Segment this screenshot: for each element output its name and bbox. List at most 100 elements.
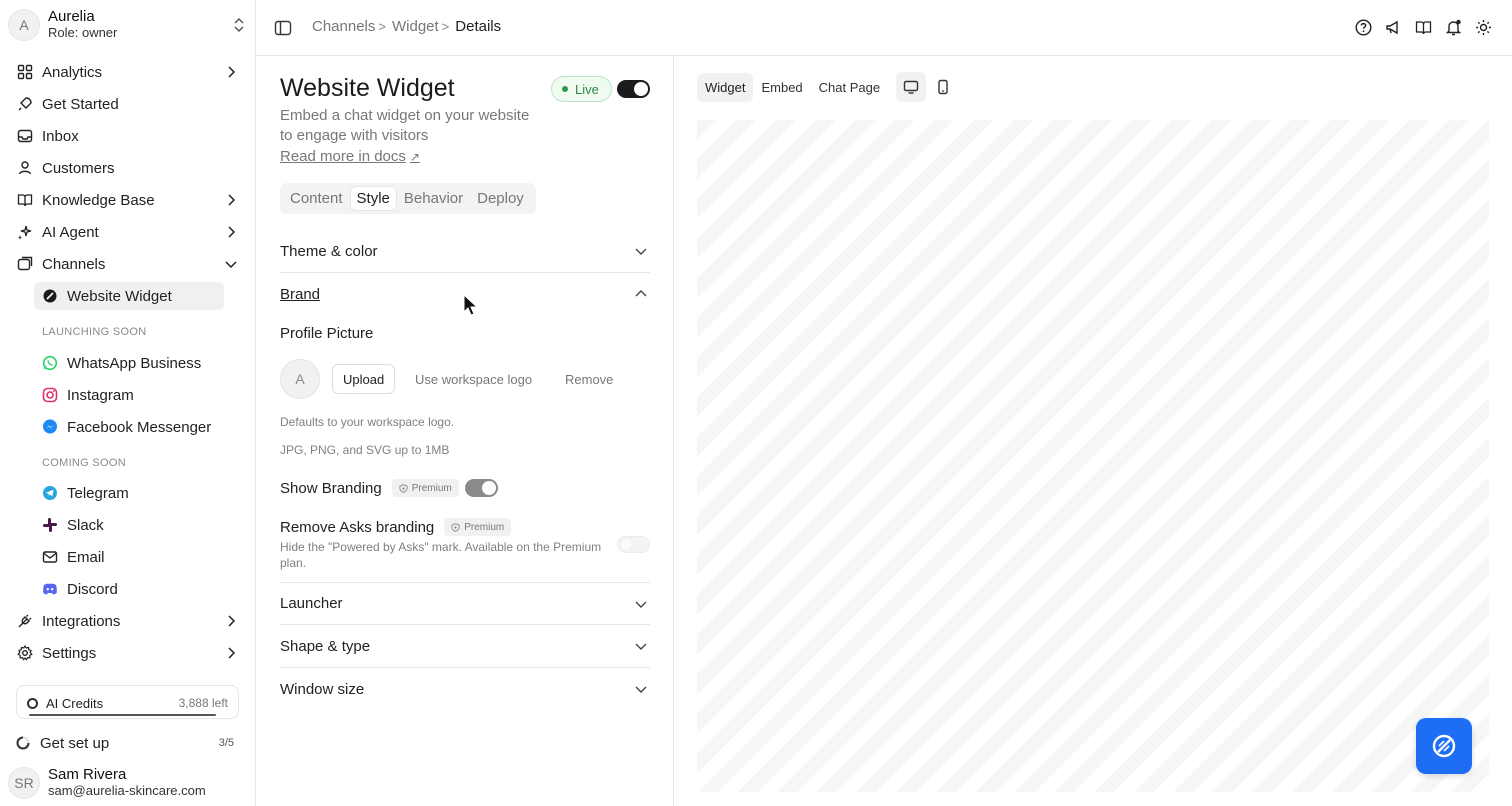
mobile-icon[interactable] xyxy=(928,72,958,102)
remove-branding-toggle[interactable] xyxy=(617,536,650,553)
docs-book-icon[interactable] xyxy=(1414,18,1432,36)
messenger-icon xyxy=(42,419,58,435)
sun-icon[interactable] xyxy=(1474,18,1492,36)
status-badge: Live xyxy=(551,76,612,102)
tab-content[interactable]: Content xyxy=(284,187,349,210)
sidebar-item-label: Inbox xyxy=(42,127,79,145)
credits-ring-icon xyxy=(27,697,38,709)
megaphone-icon[interactable] xyxy=(1384,18,1402,36)
premium-shield-icon xyxy=(451,522,460,532)
preview-tab-chat-page[interactable]: Chat Page xyxy=(811,73,888,102)
section-shape-type[interactable]: Shape & type xyxy=(280,625,650,668)
sidebar-item-messenger[interactable]: Facebook Messenger xyxy=(34,413,224,441)
slack-icon xyxy=(42,517,58,533)
section-title: Window size xyxy=(280,681,365,698)
sidebar-item-whatsapp[interactable]: WhatsApp Business xyxy=(34,349,224,377)
book-open-icon xyxy=(16,191,34,209)
sidebar-item-label: Email xyxy=(67,548,105,566)
sidebar-item-customers[interactable]: Customers xyxy=(8,153,248,183)
setup-label: Get set up xyxy=(40,734,110,752)
sidebar-toggle-icon[interactable] xyxy=(274,19,292,37)
sidebar-item-ai-agent[interactable]: AI Agent xyxy=(8,217,248,247)
sidebar-item-label: Discord xyxy=(67,580,118,598)
section-window-size[interactable]: Window size xyxy=(280,668,650,711)
section-theme-color[interactable]: Theme & color xyxy=(280,230,650,273)
sidebar-item-website-widget[interactable]: Website Widget xyxy=(34,282,224,310)
group-label-coming-soon: COMING SOON xyxy=(42,457,126,469)
sidebar-item-knowledge-base[interactable]: Knowledge Base xyxy=(8,185,248,215)
chevron-down-icon xyxy=(225,261,237,269)
widget-launcher-button[interactable] xyxy=(1416,718,1472,774)
docs-link[interactable]: Read more in docs ↗ xyxy=(280,148,420,165)
credits-label: AI Credits xyxy=(46,695,104,711)
chevron-down-icon xyxy=(635,686,647,693)
sidebar-item-label: Website Widget xyxy=(67,287,172,305)
tab-behavior[interactable]: Behavior xyxy=(398,187,469,210)
chevron-right-icon xyxy=(228,615,236,627)
section-title: Shape & type xyxy=(280,637,371,655)
sidebar-item-label: Channels xyxy=(42,255,106,273)
workspace-avatar: A xyxy=(8,9,40,41)
profile-picture-label: Profile Picture xyxy=(280,325,374,342)
ai-credits-card[interactable]: AI Credits 3,888 left xyxy=(16,685,239,719)
widget-logo-icon xyxy=(1432,734,1456,758)
file-type-hint: JPG, PNG, and SVG up to 1MB xyxy=(280,443,450,457)
desktop-icon[interactable] xyxy=(896,72,927,102)
sidebar-item-label: Slack xyxy=(67,516,104,534)
sidebar-item-telegram[interactable]: Telegram xyxy=(34,479,224,507)
credits-progress-bar xyxy=(29,714,216,716)
chevron-down-icon xyxy=(635,643,647,650)
sidebar-item-settings[interactable]: Settings xyxy=(8,638,248,668)
widget-enabled-toggle[interactable] xyxy=(617,80,650,98)
instagram-icon xyxy=(42,387,58,403)
user-icon xyxy=(16,159,34,177)
upload-button[interactable]: Upload xyxy=(332,364,396,394)
tab-deploy[interactable]: Deploy xyxy=(471,187,530,210)
channels-icon xyxy=(16,255,34,273)
sidebar-item-label: Integrations xyxy=(42,612,121,630)
sidebar-item-inbox[interactable]: Inbox xyxy=(8,121,248,151)
mail-icon xyxy=(42,549,58,565)
external-link-icon: ↗ xyxy=(409,149,420,164)
sidebar-item-slack[interactable]: Slack xyxy=(34,511,224,539)
sidebar-item-label: WhatsApp Business xyxy=(67,354,202,372)
remove-picture-button[interactable]: Remove xyxy=(565,364,613,394)
workspace-switcher[interactable]: A Aurelia Role: owner xyxy=(8,8,248,42)
sidebar-item-analytics[interactable]: Analytics xyxy=(8,57,248,87)
user-menu[interactable]: SR Sam Rivera sam@aurelia-skincare.com xyxy=(8,766,248,800)
mouse-cursor-icon xyxy=(463,294,479,316)
sidebar-item-integrations[interactable]: Integrations xyxy=(8,606,248,636)
breadcrumb-widget[interactable]: Widget xyxy=(392,18,439,35)
get-set-up-button[interactable]: Get set up 3/5 xyxy=(16,732,240,754)
chevron-right-icon xyxy=(228,194,236,206)
breadcrumb-channels[interactable]: Channels xyxy=(312,18,375,35)
use-workspace-logo-button[interactable]: Use workspace logo xyxy=(415,364,532,394)
sidebar-item-label: AI Agent xyxy=(42,223,99,241)
chevron-up-icon xyxy=(635,290,647,297)
profile-picture-hint: Defaults to your workspace logo. xyxy=(280,415,455,429)
sidebar-item-label: Analytics xyxy=(42,63,103,81)
tab-style[interactable]: Style xyxy=(350,187,396,210)
inbox-icon xyxy=(16,127,34,145)
help-icon[interactable] xyxy=(1354,18,1372,36)
settings-panel: Website Widget Live Embed a chat widget … xyxy=(256,56,674,806)
page-title: Website Widget xyxy=(280,74,455,102)
preview-tabs: Widget Embed Chat Page xyxy=(697,72,958,102)
preview-tab-widget[interactable]: Widget xyxy=(697,72,754,102)
show-branding-label: Show Branding xyxy=(280,479,382,497)
show-branding-toggle[interactable] xyxy=(465,479,498,497)
group-label-launching-soon: LAUNCHING SOON xyxy=(42,326,147,338)
discord-icon xyxy=(42,581,58,597)
section-launcher[interactable]: Launcher xyxy=(280,582,650,625)
sidebar-item-discord[interactable]: Discord xyxy=(34,575,224,603)
preview-canvas xyxy=(697,120,1489,792)
sidebar-item-get-started[interactable]: Get Started xyxy=(8,89,248,119)
sidebar-item-channels[interactable]: Channels xyxy=(8,249,248,279)
notification-bell-icon[interactable] xyxy=(1444,18,1462,36)
sparkles-icon xyxy=(16,223,34,241)
sidebar-item-instagram[interactable]: Instagram xyxy=(34,381,224,409)
sidebar-item-email[interactable]: Email xyxy=(34,543,224,571)
preview-tab-embed[interactable]: Embed xyxy=(753,73,810,102)
premium-label: Premium xyxy=(411,482,452,494)
show-branding-row: Show Branding Premium xyxy=(280,479,459,497)
